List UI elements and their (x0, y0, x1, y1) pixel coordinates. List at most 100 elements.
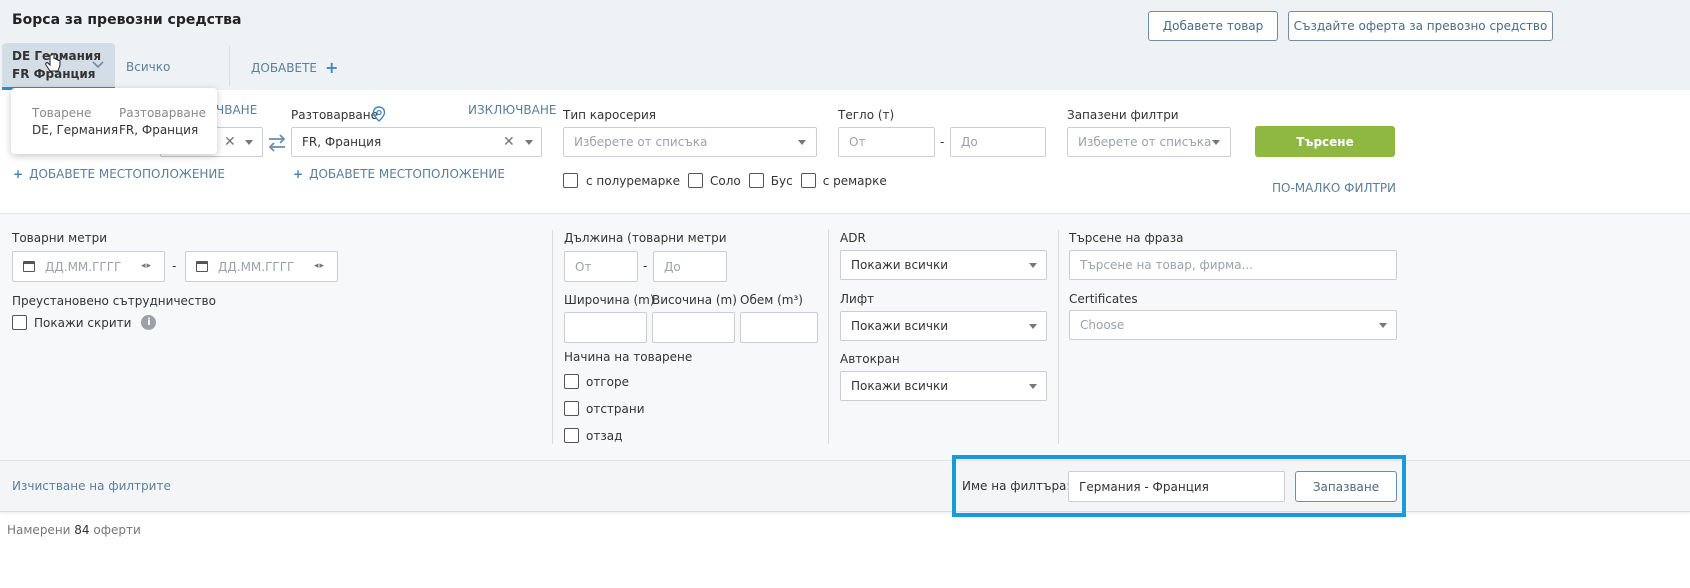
van-label: Бус (770, 173, 793, 188)
weight-to-placeholder: До (961, 135, 978, 149)
adr-select[interactable]: Покажи всички (840, 250, 1047, 280)
trailer-checkbox[interactable] (800, 173, 816, 188)
certificates-label: Certificates (1069, 292, 1138, 306)
length-to-input[interactable]: До (653, 251, 727, 282)
crane-select[interactable]: Покажи всички (840, 371, 1047, 401)
results-number: 84 (74, 523, 90, 537)
phrase-search-placeholder: Търсене на товар, фирма... (1080, 258, 1253, 272)
tab-de-fr[interactable]: DE Германия FR Франция (2, 43, 115, 89)
date-to-placeholder: ДД.ММ.ГГГГ (218, 259, 295, 274)
date-from-input[interactable]: ДД.ММ.ГГГГ ◂▸ (12, 251, 165, 282)
vehicle-type-options: с полуремарке Соло Бус с ремарке (563, 173, 887, 188)
loading-rear-row: отзад (564, 428, 622, 443)
add-location-right[interactable]: + ДОБАВЕТЕ МЕСТОПОЛОЖЕНИЕ (293, 167, 505, 181)
loading-top-row: отгоре (564, 374, 629, 389)
stepper-arrows-icon[interactable]: ◂▸ (314, 261, 325, 271)
tooltip-loading-value: DE, Германия (32, 123, 119, 137)
saved-filters-label: Запазени филтри (1067, 108, 1179, 122)
saved-filters-placeholder: Изберете от списъка (1078, 135, 1212, 149)
weight-label: Тегло (т) (838, 108, 895, 122)
add-location-left-label: ДОБАВЕТЕ МЕСТОПОЛОЖЕНИЕ (29, 167, 225, 181)
swap-icon[interactable] (267, 134, 287, 152)
chevron-down-icon[interactable] (92, 61, 104, 69)
add-goods-button[interactable]: Добавете товар (1148, 11, 1278, 41)
caret-down-icon (245, 140, 253, 145)
fewer-filters-link[interactable]: ПО-МАЛКО ФИЛТРИ (1272, 181, 1396, 195)
loading-top-checkbox[interactable] (564, 374, 579, 389)
certificates-select[interactable]: Choose (1069, 310, 1397, 340)
clear-icon[interactable]: ✕ (224, 134, 236, 150)
date-from-placeholder: ДД.ММ.ГГГГ (45, 259, 122, 274)
results-count: Намерени 84 оферти (7, 523, 141, 537)
length-from-placeholder: От (575, 259, 592, 274)
body-type-placeholder: Изберете от списъка (574, 135, 708, 149)
adr-label: ADR (840, 231, 866, 245)
volume-input[interactable] (740, 312, 818, 343)
loading-rear-label: отзад (586, 428, 623, 443)
clear-filters-link[interactable]: Изчистване на филтрите (12, 479, 171, 493)
plus-icon: + (293, 167, 304, 181)
tab-all[interactable]: Всичко (126, 60, 170, 74)
add-location-right-label: ДОБАВЕТЕ МЕСТОПОЛОЖЕНИЕ (309, 167, 505, 181)
crane-label: Автокран (840, 352, 900, 366)
show-hidden-row: Покажи скрити i (12, 315, 157, 330)
height-label: Височина (m) (652, 293, 737, 307)
create-vehicle-offer-button[interactable]: Създайте оферта за превозно средство (1288, 11, 1553, 41)
cargo-meters-label: Товарни метри (12, 231, 108, 245)
height-input[interactable] (652, 312, 735, 343)
exclude-loading-link[interactable]: ЧВАНЕ (216, 103, 257, 117)
loading-top-label: отгоре (586, 374, 629, 389)
add-tab-label: ДОБАВЕТЕ (251, 61, 317, 75)
unloading-select[interactable]: FR, Франция ✕ (291, 127, 542, 157)
highlight-box (952, 455, 1406, 517)
exclude-unloading-link[interactable]: ИЗКЛЮЧВАНЕ (468, 103, 556, 117)
caret-down-icon (798, 140, 806, 145)
column-divider (552, 230, 553, 444)
caret-down-icon (1029, 324, 1037, 329)
weight-from-input[interactable]: От (838, 127, 935, 157)
show-hidden-checkbox[interactable] (12, 315, 27, 330)
trailer-label: с ремарке (822, 173, 887, 188)
length-to-placeholder: До (664, 259, 681, 274)
suspended-cooperation-label: Преустановено сътрудничество (12, 294, 216, 308)
adr-value: Покажи всички (851, 258, 948, 272)
date-to-input[interactable]: ДД.ММ.ГГГГ ◂▸ (185, 251, 338, 282)
unloading-label: Разтоварване (291, 108, 378, 122)
stepper-arrows-icon[interactable]: ◂▸ (141, 261, 152, 271)
loading-side-label: отстрани (586, 401, 645, 416)
length-dash: - (643, 259, 648, 273)
plus-icon: + (325, 58, 339, 77)
weight-to-input[interactable]: До (950, 127, 1046, 157)
add-location-left[interactable]: + ДОБАВЕТЕ МЕСТОПОЛОЖЕНИЕ (13, 167, 225, 181)
weight-dash: - (940, 135, 945, 149)
loading-side-checkbox[interactable] (564, 401, 579, 416)
column-divider (1058, 230, 1059, 444)
loading-method-label: Начина на товарене (564, 350, 693, 364)
tabs-divider (229, 46, 230, 86)
van-checkbox[interactable] (748, 173, 764, 188)
unloading-value: FR, Франция (302, 135, 382, 149)
tooltip-unloading-header: Разтоварване (119, 106, 206, 120)
calendar-icon (23, 261, 35, 272)
saved-filters-select[interactable]: Изберете от списъка (1067, 127, 1231, 157)
add-tab-button[interactable]: ДОБАВЕТЕ + (251, 58, 339, 77)
semi-trailer-checkbox[interactable] (563, 173, 578, 188)
caret-down-icon (525, 140, 533, 145)
loading-rear-checkbox[interactable] (564, 428, 579, 443)
volume-label: Обем (m³) (740, 293, 803, 307)
results-suffix: оферти (93, 523, 141, 537)
solo-checkbox[interactable] (688, 173, 704, 188)
search-button[interactable]: Търсене (1255, 126, 1395, 157)
phrase-search-input[interactable]: Търсене на товар, фирма... (1069, 250, 1397, 280)
lift-select[interactable]: Покажи всички (840, 311, 1047, 341)
clear-icon[interactable]: ✕ (503, 134, 515, 150)
hand-cursor-icon (45, 53, 61, 72)
caret-down-icon (1379, 323, 1387, 328)
tooltip-unloading-value: FR, Франция (119, 123, 199, 137)
length-from-input[interactable]: От (564, 251, 638, 282)
crane-value: Покажи всички (851, 379, 948, 393)
body-type-select[interactable]: Изберете от списъка (563, 127, 817, 157)
caret-down-icon (1029, 384, 1037, 389)
width-input[interactable] (564, 312, 647, 343)
info-icon[interactable]: i (141, 315, 157, 330)
